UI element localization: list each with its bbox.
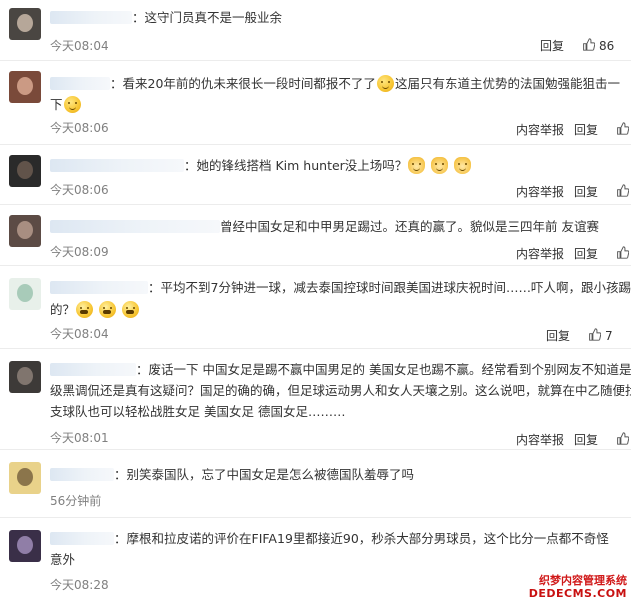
- comment-text: ：这守门员真不是一般业余: [50, 7, 282, 29]
- username-masked[interactable]: [50, 363, 136, 376]
- comment-time: 今天08:09: [50, 245, 109, 259]
- smile-emoji-icon: [376, 75, 394, 92]
- username-masked[interactable]: [50, 159, 184, 172]
- comment-item: ：别笑泰国队，忘了中国女足是怎么被德国队羞辱了吗 56分钟前: [0, 450, 631, 518]
- comment-text: ：她的锋线搭档 Kim hunter没上场吗？: [50, 155, 472, 177]
- watermark-logo: 织梦内容管理系统 DEDECMS.COM: [528, 574, 627, 600]
- comment-time: 今天08:01: [50, 431, 109, 445]
- avatar[interactable]: [9, 215, 41, 247]
- cat-emoji-icon: [431, 157, 449, 174]
- comment-actions: 内容举报回复 12: [516, 431, 631, 448]
- reply-button[interactable]: 回复: [546, 327, 570, 344]
- thumbs-up-icon: [617, 122, 630, 135]
- comment-text: ：看来20年前的仇未来很长一段时间都报不了了 这届只有东道主优势的法国勉强能狙击一: [50, 73, 620, 95]
- comment-time: 今天08:04: [50, 327, 109, 341]
- username-masked[interactable]: [50, 11, 132, 24]
- like-button[interactable]: 7: [588, 328, 613, 343]
- report-button[interactable]: 内容举报: [516, 121, 564, 138]
- comment-text: ：别笑泰国队，忘了中国女足是怎么被德国队羞辱了吗: [50, 464, 414, 486]
- thumbs-up-icon: [617, 184, 630, 197]
- username-masked[interactable]: [50, 77, 110, 90]
- like-count: 7: [605, 328, 613, 343]
- avatar[interactable]: [9, 71, 41, 103]
- comment-text: ：平均不到7分钟进一球，减去泰国控球时间跟美国进球庆祝时间……吓人啊，跟小孩踢: [50, 277, 631, 299]
- comment-item: ：她的锋线搭档 Kim hunter没上场吗？ 今天08:06 内容举报回复 14: [0, 145, 631, 205]
- comment-actions: 内容举报回复 19: [516, 121, 631, 138]
- comment-text-cont: 下: [50, 94, 82, 116]
- comment-text: ：废话一下 中国女足是踢不赢中国男足的 美国女足也踢不赢。经常看到个别网友不知道…: [50, 359, 631, 381]
- reply-button[interactable]: 回复: [540, 37, 564, 54]
- laugh-cry-emoji-icon: [76, 301, 94, 318]
- comment-item: ：平均不到7分钟进一球，减去泰国控球时间跟美国进球庆祝时间……吓人啊，跟小孩踢 …: [0, 266, 631, 349]
- laugh-cry-emoji-icon: [121, 301, 139, 318]
- comment-actions: 回复 7: [546, 327, 613, 344]
- like-button[interactable]: 14: [616, 184, 631, 199]
- reply-button[interactable]: 回复: [574, 121, 598, 138]
- comment-text: 曾经中国女足和中甲男足踢过。还真的赢了。貌似是三四年前 友谊赛: [50, 216, 599, 238]
- thumbs-up-icon: [617, 246, 630, 259]
- comment-item: ：看来20年前的仇未来很长一段时间都报不了了 这届只有东道主优势的法国勉强能狙击一…: [0, 61, 631, 145]
- avatar[interactable]: [9, 530, 41, 562]
- comment-time: 今天08:06: [50, 183, 109, 197]
- comment-text-cont: 级黑调侃还是真有这疑问？国足的确的确，但足球运动男人和女人天壤之别。这么说吧，就…: [50, 383, 631, 398]
- avatar[interactable]: [9, 8, 41, 40]
- comment-text-cont: 支球队也可以轻松战胜女足 美国女足 德国女足………: [50, 404, 346, 419]
- comment-time: 今天08:06: [50, 121, 109, 135]
- laugh-cry-emoji-icon: [99, 301, 116, 318]
- like-button[interactable]: 86: [582, 38, 614, 53]
- comment-time: 56分钟前: [50, 494, 102, 508]
- comment-actions: 内容举报回复 15: [516, 245, 631, 262]
- report-button[interactable]: 内容举报: [516, 183, 564, 200]
- comment-item: 曾经中国女足和中甲男足踢过。还真的赢了。貌似是三四年前 友谊赛 今天08:09 …: [0, 205, 631, 266]
- report-button[interactable]: 内容举报: [516, 431, 564, 448]
- avatar[interactable]: [9, 278, 41, 310]
- reply-button[interactable]: 回复: [574, 245, 598, 262]
- like-count: 86: [599, 38, 615, 53]
- avatar[interactable]: [9, 462, 41, 494]
- thumbs-up-icon: [583, 38, 596, 51]
- report-button[interactable]: 内容举报: [516, 245, 564, 262]
- like-button[interactable]: 15: [616, 246, 631, 261]
- username-masked[interactable]: [50, 281, 148, 294]
- thumbs-up-icon: [617, 432, 630, 445]
- comment-actions: 内容举报回复 14: [516, 183, 631, 200]
- like-button[interactable]: 19: [616, 122, 631, 137]
- avatar[interactable]: [9, 155, 41, 187]
- thumbs-up-icon: [589, 328, 602, 341]
- username-masked[interactable]: [50, 468, 114, 481]
- cat-emoji-icon: [454, 157, 472, 174]
- like-button[interactable]: 12: [616, 432, 631, 447]
- comment-actions: 回复 86: [540, 37, 614, 54]
- comment-text-cont: 的？: [50, 299, 140, 321]
- comment-item: ：废话一下 中国女足是踢不赢中国男足的 美国女足也踢不赢。经常看到个别网友不知道…: [0, 349, 631, 450]
- comment-text: ：摩根和拉皮诺的评价在FIFA19里都接近90，秒杀大部分男球员，这个比分一点都…: [50, 528, 609, 550]
- comment-item: ：这守门员真不是一般业余 今天08:04 回复 86: [0, 0, 631, 61]
- cat-emoji-icon: [408, 157, 426, 174]
- reply-button[interactable]: 回复: [574, 431, 598, 448]
- username-masked[interactable]: [50, 532, 114, 545]
- comment-time: 今天08:28: [50, 578, 109, 592]
- username-masked[interactable]: [50, 220, 220, 233]
- comment-text-cont: 意外: [50, 552, 76, 567]
- comment-time: 今天08:04: [50, 39, 109, 53]
- reply-button[interactable]: 回复: [574, 183, 598, 200]
- smile-emoji-icon: [63, 96, 81, 113]
- avatar[interactable]: [9, 361, 41, 393]
